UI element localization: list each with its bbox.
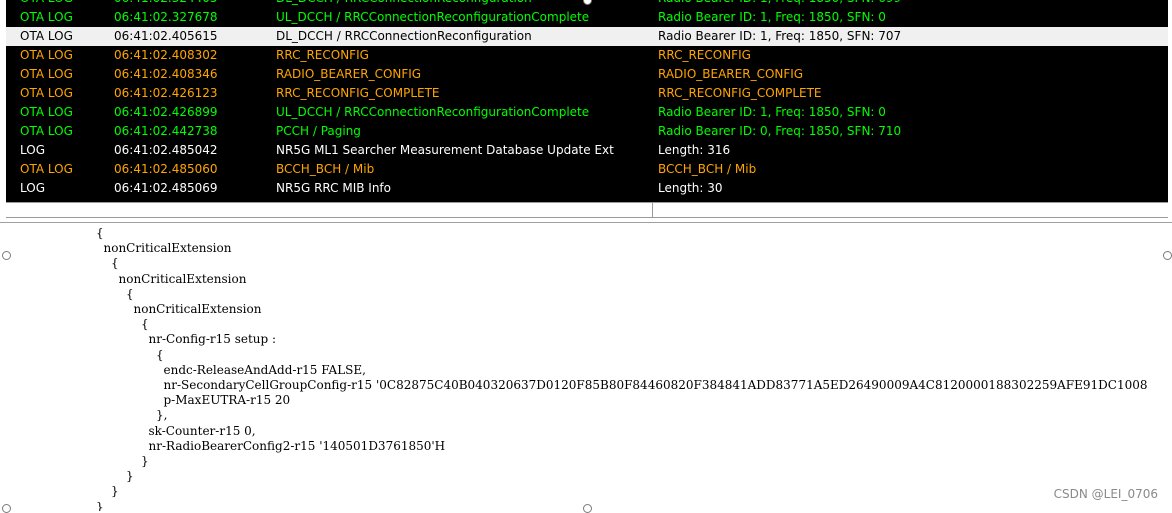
log-row[interactable]: OTA LOG 06:41:02.405615 DL_DCCH / RRCConne… [6, 27, 1168, 46]
timestamp-cell: 06:41:02.327678 [114, 10, 218, 24]
info-cell: Length: 30 [658, 181, 723, 195]
message-cell: RRC_RECONFIG_COMPLETE [276, 86, 440, 100]
resize-handle-bottom-left[interactable] [2, 504, 11, 513]
detail-line: { [96, 226, 104, 240]
timestamp-cell: 06:41:02.324405 [114, 0, 218, 8]
horizontal-scrollbar[interactable] [6, 202, 1168, 218]
scrollbar-thumb[interactable] [6, 203, 653, 217]
log-table: OTA LOG 06:41:02.324405 DL_DCCH / RRCConne… [6, 0, 1168, 202]
timestamp-cell: 06:41:02.485042 [114, 143, 218, 157]
log-row[interactable]: LOG 06:41:02.485069 NR5G RRC MIB Info Lengt… [6, 179, 1168, 198]
detail-line: { [111, 256, 119, 271]
info-cell: Length: 316 [658, 143, 731, 157]
log-row[interactable]: OTA LOG 06:41:02.408346 RADIO_BEARER_CONFI… [6, 65, 1168, 84]
log-type-cell: OTA LOG [20, 48, 73, 62]
info-cell: RRC_RECONFIG_COMPLETE [658, 86, 822, 100]
log-type-cell: OTA LOG [20, 29, 73, 43]
message-cell: UL_DCCH / RRCConnectionReconfigurationCo… [276, 10, 590, 24]
info-cell: BCCH_BCH / Mib [658, 162, 757, 176]
detail-line: } [126, 469, 134, 484]
detail-line: { [156, 347, 164, 362]
info-cell: Radio Bearer ID: 1, Freq: 1850, SFN: 0 [658, 105, 886, 119]
watermark: CSDN @LEI_0706 [1053, 487, 1158, 501]
timestamp-cell: 06:41:02.408302 [114, 48, 218, 62]
screenshot-frame: OTA LOG 06:41:02.324405 DL_DCCH / RRCConne… [0, 0, 1172, 513]
message-cell: BCCH_BCH / Mib [276, 162, 375, 176]
log-row[interactable]: OTA LOG 06:41:02.426899 UL_DCCH / RRCConne… [6, 103, 1168, 122]
resize-handle-bottom[interactable] [583, 504, 592, 513]
log-row[interactable]: OTA LOG 06:41:02.485060 BCCH_BCH / Mib BCCH… [6, 160, 1168, 179]
message-cell: DL_DCCH / RRCConnectionReconfiguration [276, 0, 532, 8]
detail-line: nonCriticalExtension [133, 302, 262, 316]
timestamp-cell: 06:41:02.408346 [114, 67, 218, 81]
message-cell: DL_DCCH / RRCConnectionReconfiguration [276, 29, 532, 43]
info-cell: RRC_RECONFIG [658, 48, 751, 62]
timestamp-cell: 06:41:02.426123 [114, 86, 218, 100]
message-cell: PCCH / Paging [276, 124, 361, 138]
detail-line: nr-SecondaryCellGroupConfig-r15 '0C82875… [163, 378, 1148, 392]
detail-line: nr-RadioBearerConfig2-r15 '140501D376185… [148, 438, 446, 453]
message-cell: RADIO_BEARER_CONFIG [276, 67, 422, 81]
log-row[interactable]: OTA LOG 06:41:02.426123 RRC_RECONFIG_COMPL… [6, 84, 1168, 103]
detail-line: p-MaxEUTRA-r15 20 [163, 393, 291, 408]
log-row[interactable]: OTA LOG 06:41:02.442738 PCCH / Paging Radio… [6, 122, 1168, 141]
log-row[interactable]: OTA LOG 06:41:02.408302 RRC_RECONFIG RRC_RE… [6, 46, 1168, 65]
info-cell: Radio Bearer ID: 0, Freq: 1850, SFN: 710 [658, 124, 902, 138]
timestamp-cell: 06:41:02.485060 [114, 162, 218, 176]
detail-line: sk-Counter-r15 0, [148, 423, 256, 438]
info-cell: Radio Bearer ID: 1, Freq: 1850, SFN: 699 [658, 0, 901, 8]
log-type-cell: LOG [20, 181, 46, 195]
resize-handle-right[interactable] [1163, 251, 1172, 260]
timestamp-cell: 06:41:02.485069 [114, 181, 218, 195]
info-cell: Radio Bearer ID: 1, Freq: 1850, SFN: 707 [658, 29, 902, 43]
detail-line: nr-Config-r15 setup : [148, 332, 277, 347]
log-row[interactable]: OTA LOG 06:41:02.327678 UL_DCCH / RRCConne… [6, 8, 1168, 27]
detail-line: nonCriticalExtension [103, 241, 232, 256]
info-cell: Radio Bearer ID: 1, Freq: 1850, SFN: 0 [658, 10, 886, 24]
timestamp-cell: 06:41:02.405615 [114, 29, 218, 43]
detail-line: } [141, 454, 149, 468]
message-detail-pane: {nonCriticalExtension{nonCriticalExtensi… [0, 223, 1172, 511]
message-cell: UL_DCCH / RRCConnectionReconfigurationCo… [276, 105, 590, 119]
detail-line: endc-ReleaseAndAdd-r15 FALSE, [163, 362, 366, 377]
detail-line: { [141, 317, 149, 332]
resize-handle-left[interactable] [2, 251, 11, 260]
timestamp-cell: 06:41:02.426899 [114, 105, 218, 119]
log-type-cell: OTA LOG [20, 67, 73, 81]
message-cell: RRC_RECONFIG [276, 48, 369, 62]
info-cell: RADIO_BEARER_CONFIG [658, 67, 804, 81]
detail-line: { [126, 286, 134, 301]
log-type-cell: OTA LOG [20, 0, 73, 8]
detail-line: } [111, 484, 119, 499]
message-cell: NR5G ML1 Searcher Measurement Database U… [276, 143, 614, 157]
log-type-cell: OTA LOG [20, 162, 73, 176]
log-type-cell: OTA LOG [20, 10, 73, 24]
log-type-cell: LOG [20, 143, 46, 157]
log-type-cell: OTA LOG [20, 86, 73, 100]
message-cell: NR5G RRC MIB Info [276, 181, 391, 195]
detail-line: nonCriticalExtension [118, 271, 247, 286]
log-row[interactable]: LOG 06:41:02.485042 NR5G ML1 Searcher Meas… [6, 141, 1168, 160]
log-type-cell: OTA LOG [20, 124, 73, 138]
detail-line: } [96, 499, 104, 511]
timestamp-cell: 06:41:02.442738 [114, 124, 218, 138]
detail-line: }, [156, 408, 168, 423]
log-type-cell: OTA LOG [20, 105, 73, 119]
